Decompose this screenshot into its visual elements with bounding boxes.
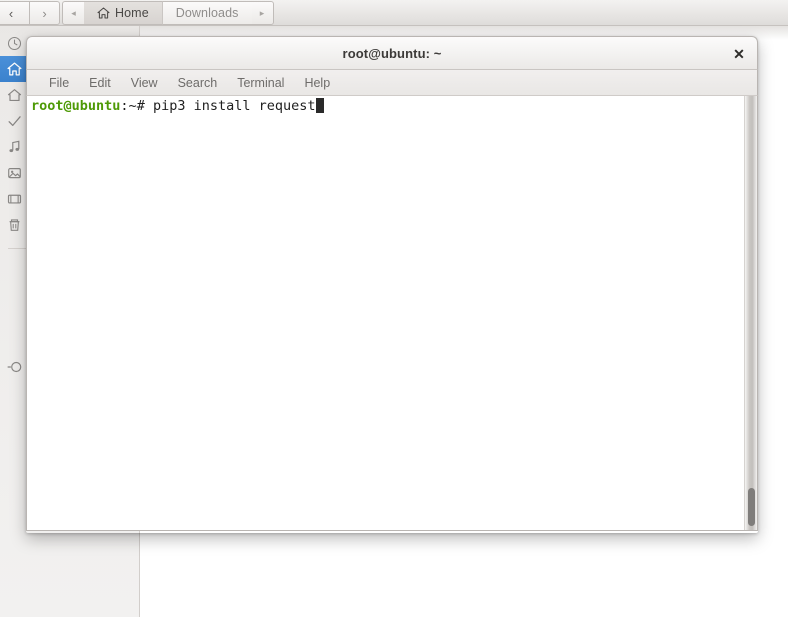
close-icon[interactable]: ✕ [727,42,751,66]
terminal-scrollbar[interactable] [744,96,757,530]
chevron-right-icon: › [42,5,47,21]
prompt-sigil: # [136,98,145,114]
prompt-user-host: root@ubuntu [31,98,121,114]
pathbar-scroll-left-button[interactable]: ◂ [62,1,84,25]
terminal-cursor [315,98,324,113]
music-note-icon [6,139,22,155]
chevron-left-icon: ‹ [8,5,14,21]
breadcrumb-label: Downloads [175,6,239,20]
menu-item-edit[interactable]: Edit [79,74,121,92]
terminal-title: root@ubuntu: ~ [342,45,442,61]
menu-item-terminal[interactable]: Terminal [227,74,294,92]
forward-button[interactable]: › [30,1,60,25]
clock-icon [6,35,22,51]
trash-icon [6,217,22,233]
terminal-command-text: pip3 install request [144,98,316,114]
other-locations-icon [6,359,22,375]
video-icon [6,191,22,207]
home-icon [6,61,22,77]
documents-icon [6,113,22,129]
breadcrumb-item-downloads[interactable]: Downloads [161,1,252,25]
terminal-prompt-line: root@ubuntu:~# pip3 install request [31,98,324,115]
prompt-path: ~ [128,98,137,114]
menu-item-file[interactable]: File [39,74,79,92]
desktop-folder-icon [6,87,22,103]
pathbar-scroll-right-button[interactable]: ▸ [251,1,274,25]
terminal-menu-bar: File Edit View Search Terminal Help [26,70,758,96]
breadcrumb: ◂ Home Downloads ▸ [62,1,274,25]
screen: ‹ › ◂ Home Downloads ▸ root@ubuntu: ~ ✕ … [0,0,788,617]
file-manager-header-bar: ‹ › ◂ Home Downloads ▸ [0,0,788,26]
breadcrumb-label: Home [115,6,149,20]
triangle-left-icon: ◂ [71,7,76,18]
menu-item-view[interactable]: View [121,74,168,92]
terminal-title-bar[interactable]: root@ubuntu: ~ ✕ [26,36,758,70]
back-button[interactable]: ‹ [0,1,30,25]
home-icon [97,7,110,19]
terminal-window: root@ubuntu: ~ ✕ File Edit View Search T… [26,36,758,533]
menu-item-help[interactable]: Help [294,74,340,92]
triangle-right-icon: ▸ [259,7,265,18]
terminal-scrollbar-thumb[interactable] [748,488,755,526]
breadcrumb-item-home[interactable]: Home [84,1,162,25]
pictures-icon [6,165,22,181]
terminal-output-area[interactable]: root@ubuntu:~# pip3 install request [26,96,758,531]
menu-item-search[interactable]: Search [168,74,228,92]
prompt-separator: : [120,98,129,114]
